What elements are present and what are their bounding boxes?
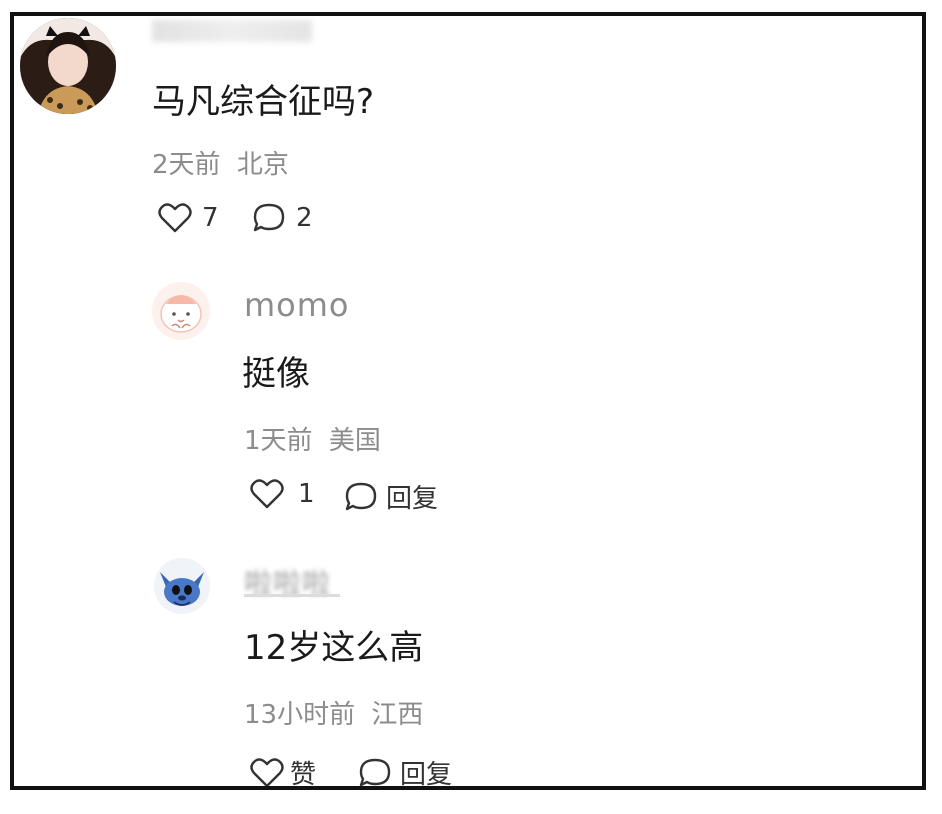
heart-icon [158,202,192,234]
avatar[interactable] [154,558,210,614]
reply-time: 1天前 [244,426,313,456]
like-button[interactable]: 1 [250,478,315,510]
like-label: 赞 [290,760,317,790]
reply-text: 挺像 [242,354,310,394]
avatar[interactable] [152,282,210,340]
username-underline [244,594,340,597]
comment-meta: 2天前 北京 [152,144,289,181]
like-count: 7 [202,203,219,233]
comment-location: 北京 [236,150,289,180]
obscured-username [152,20,312,42]
reply-meta: 1天前 美国 [244,420,381,457]
reply-label: 回复 [400,760,453,790]
reply-text: 12岁这么高 [244,628,424,668]
reply-username[interactable]: momo [244,286,350,324]
reply-location: 美国 [328,426,381,456]
reply-meta: 13小时前 江西 [244,694,423,731]
reply-time: 13小时前 [244,700,356,730]
reply-button[interactable]: 2 [252,202,313,234]
comment-bubble-icon [344,481,378,513]
heart-icon [250,478,284,510]
reply-count: 2 [296,203,313,233]
reply-button[interactable]: 回复 [358,754,453,790]
comment-bubble-icon [358,757,392,787]
like-count: 1 [298,479,315,509]
heart-icon [250,757,284,786]
reply-location: 江西 [371,700,424,730]
like-button[interactable]: 7 [158,202,219,234]
like-button[interactable]: 赞 [250,754,317,790]
comment-bubble-icon [252,202,286,234]
reply-label: 回复 [386,484,439,514]
comment-thread-panel: 马凡综合征吗? 2天前 北京 7 2 momo 挺像 1天前 美国 1 回复 啦… [10,12,926,790]
comment-time: 2天前 [152,150,221,180]
reply-button[interactable]: 回复 [344,478,438,515]
avatar[interactable] [20,18,116,114]
comment-text: 马凡综合征吗? [152,82,375,122]
